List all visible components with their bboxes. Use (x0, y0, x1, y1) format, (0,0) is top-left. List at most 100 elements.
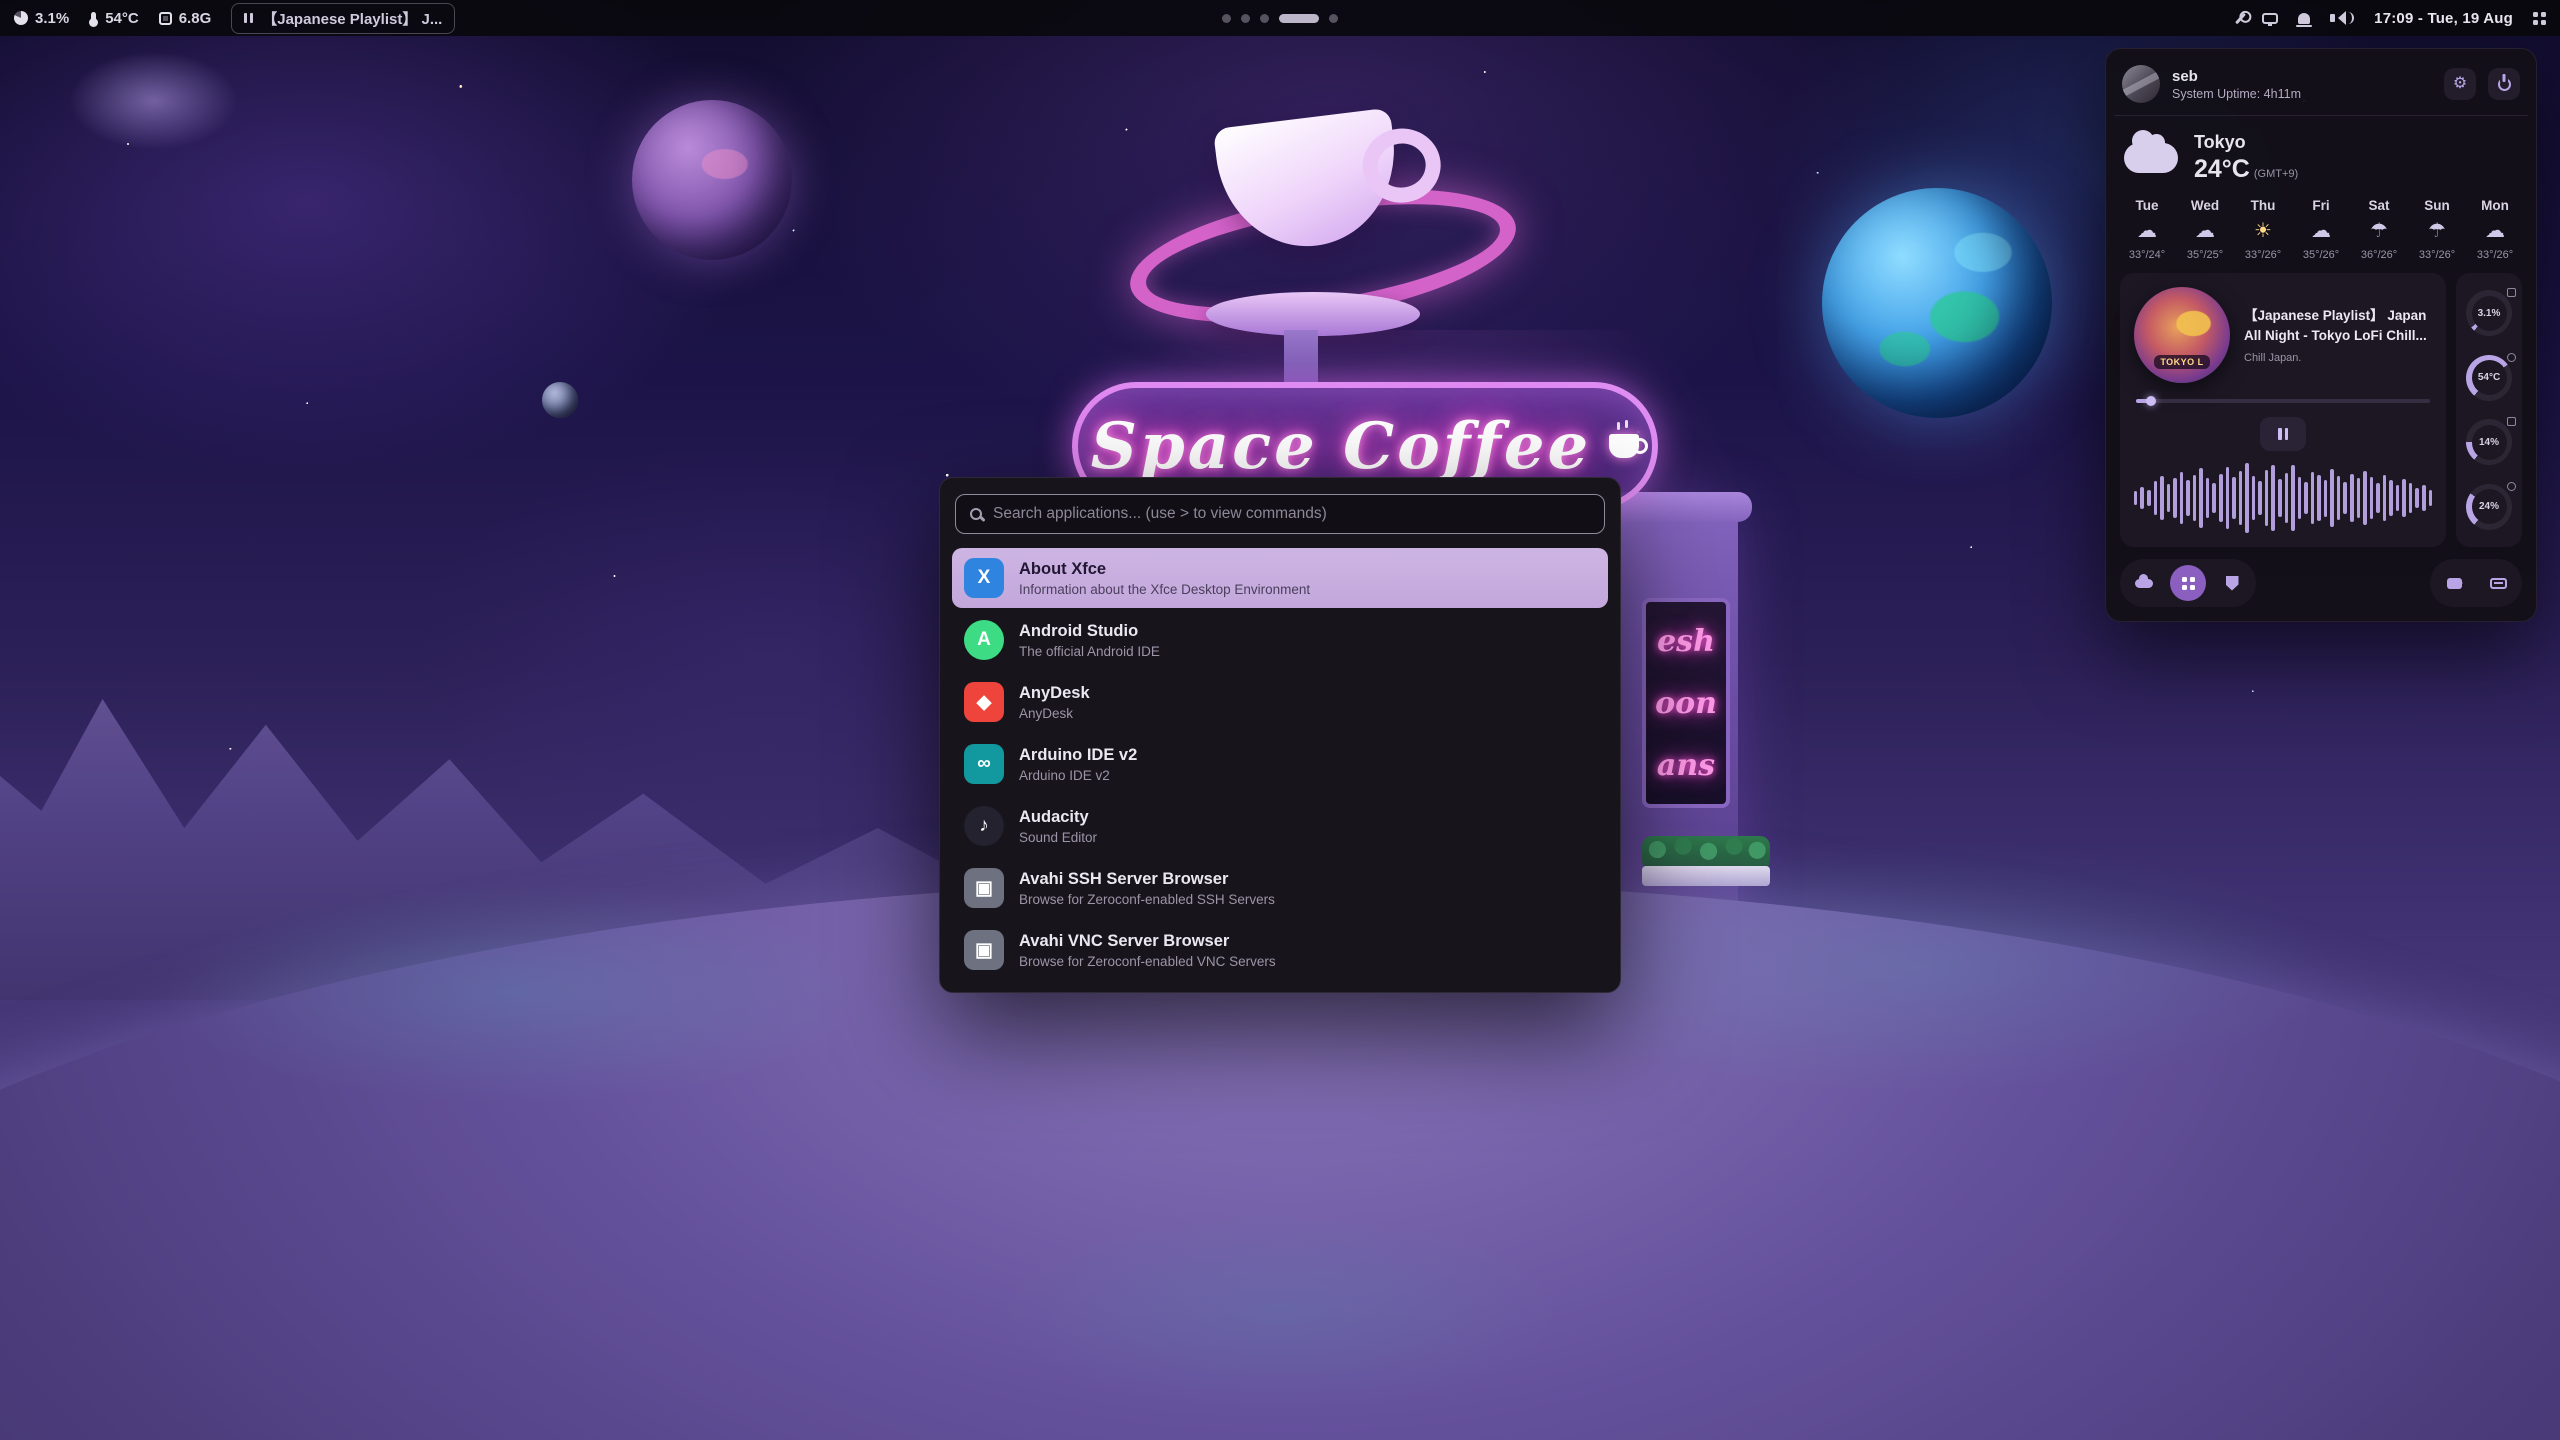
album-art: TOKYO L (2134, 287, 2230, 383)
workspace-dot[interactable] (1222, 14, 1231, 23)
launcher-item[interactable]: ▣ Avahi SSH Server Browser Browse for Ze… (952, 858, 1608, 918)
gauge-label: 54°C (2478, 372, 2500, 383)
weather-icon: ☀ (2254, 221, 2272, 241)
apps-grid-icon (2182, 577, 2195, 590)
track-title-line1: 【Japanese Playlist】 Japan (2244, 306, 2427, 326)
weather-icon: ☂ (2370, 221, 2388, 241)
gauge-ring: 24% (2466, 484, 2512, 530)
system-gauge: 14% (2466, 415, 2512, 469)
top-bar: 3.1% 54°C 6.8G 【Japanese Playlist】 J... … (0, 0, 2560, 36)
keyboard-button[interactable] (2480, 565, 2516, 601)
gauge-label: 3.1% (2478, 308, 2501, 319)
control-panel: seb System Uptime: 4h11m ⚙ Tokyo 24°C(GM… (2105, 48, 2537, 622)
cloud-button[interactable] (2126, 565, 2162, 601)
power-button[interactable] (2488, 68, 2520, 100)
player-progress[interactable] (2136, 399, 2430, 403)
settings-button[interactable]: ⚙ (2444, 68, 2476, 100)
app-title: Avahi SSH Server Browser (1019, 870, 1275, 889)
forecast-day: Mon ☁ 33°/26° (2468, 198, 2522, 261)
launcher-item[interactable]: ▣ Avahi VNC Server Browser Browse for Ze… (952, 920, 1608, 980)
track-title-line2: All Night - Tokyo LoFi Chill... (2244, 326, 2427, 346)
shield-button[interactable] (2214, 565, 2250, 601)
gauge-icon (2507, 288, 2516, 297)
app-subtitle: AnyDesk (1019, 706, 1090, 721)
power-icon (2498, 78, 2511, 91)
shop-window: esh oon ans (1642, 598, 1730, 808)
launcher-results: X About Xfce Information about the Xfce … (952, 548, 1608, 980)
launcher-item[interactable]: A Android Studio The official Android ID… (952, 610, 1608, 670)
search-icon (970, 508, 982, 520)
neon-window-text: oon (1655, 686, 1717, 721)
gauge-ring: 3.1% (2466, 290, 2512, 336)
gear-icon: ⚙ (2453, 76, 2467, 92)
forecast-temps: 35°/26° (2303, 249, 2339, 261)
avahi-vnc-icon: ▣ (964, 930, 1004, 970)
workspace-indicator (1222, 0, 1338, 36)
notifications-bell-icon[interactable] (2298, 13, 2310, 24)
launcher-item[interactable]: ∞ Arduino IDE v2 Arduino IDE v2 (952, 734, 1608, 794)
volume-icon[interactable] (2330, 11, 2354, 25)
system-uptime: System Uptime: 4h11m (2172, 87, 2432, 101)
media-player: TOKYO L 【Japanese Playlist】 Japan All Ni… (2120, 273, 2446, 547)
system-gauge: 3.1% (2466, 286, 2512, 340)
forecast-temps: 35°/25° (2187, 249, 2223, 261)
weather-icon: ☁ (2195, 221, 2215, 241)
forecast-day-label: Thu (2251, 198, 2276, 213)
workspace-dot-active[interactable] (1279, 14, 1319, 23)
topbar-now-playing[interactable]: 【Japanese Playlist】 J... (231, 3, 455, 34)
forecast-temps: 36°/26° (2361, 249, 2397, 261)
album-art-caption: TOKYO L (2154, 355, 2209, 369)
app-grid-icon[interactable] (2533, 12, 2546, 25)
android-studio-icon: A (964, 620, 1004, 660)
workspace-dot[interactable] (1241, 14, 1250, 23)
track-subtitle: Chill Japan. (2244, 352, 2427, 364)
weather-timezone: (GMT+9) (2254, 168, 2298, 180)
topbar-stats: 3.1% 54°C 6.8G 【Japanese Playlist】 J... (14, 3, 455, 34)
weather-icon: ☁ (2137, 221, 2157, 241)
temperature-value: 54°C (105, 10, 139, 27)
app-subtitle: Browse for Zeroconf-enabled SSH Servers (1019, 892, 1275, 907)
launcher-item[interactable]: X About Xfce Information about the Xfce … (952, 548, 1608, 608)
clock[interactable]: 17:09 - Tue, 19 Aug (2374, 10, 2513, 27)
play-pause-button[interactable] (2260, 417, 2306, 451)
app-subtitle: The official Android IDE (1019, 644, 1160, 659)
launcher-item[interactable]: ◆ AnyDesk AnyDesk (952, 672, 1608, 732)
weather-section: Tokyo 24°C(GMT+9) (2120, 126, 2522, 198)
memory-value: 6.8G (179, 10, 212, 27)
weather-icon: ☁ (2311, 221, 2331, 241)
workspace-dot[interactable] (1260, 14, 1269, 23)
topbar-tray: 17:09 - Tue, 19 Aug (2239, 10, 2546, 27)
forecast-day: Tue ☁ 33°/24° (2120, 198, 2174, 261)
anydesk-icon: ◆ (964, 682, 1004, 722)
app-title: About Xfce (1019, 560, 1310, 579)
cpu-stat: 3.1% (14, 10, 69, 27)
forecast-day: Wed ☁ 35°/25° (2178, 198, 2232, 261)
app-subtitle: Arduino IDE v2 (1019, 768, 1137, 783)
launcher-item[interactable]: ♪ Audacity Sound Editor (952, 796, 1608, 856)
system-gauge: 54°C (2466, 351, 2512, 405)
apps-button[interactable] (2170, 565, 2206, 601)
forecast-temps: 33°/24° (2129, 249, 2165, 261)
progress-handle[interactable] (2146, 396, 2156, 406)
gauge-icon (2507, 417, 2516, 426)
search-input[interactable] (993, 505, 1590, 523)
weather-icon: ☂ (2428, 221, 2446, 241)
avahi-ssh-icon: ▣ (964, 868, 1004, 908)
temperature-stat: 54°C (89, 10, 139, 27)
system-gauges: 3.1% 54°C 14% 24% (2456, 273, 2522, 547)
now-playing-text: 【Japanese Playlist】 J... (262, 8, 442, 29)
app-launcher: X About Xfce Information about the Xfce … (939, 477, 1621, 993)
tools-icon[interactable] (2239, 12, 2242, 25)
cpu-icon (14, 11, 28, 25)
forecast-temps: 33°/26° (2477, 249, 2513, 261)
app-title: AnyDesk (1019, 684, 1090, 703)
screen-record-button[interactable] (2436, 565, 2472, 601)
display-icon[interactable] (2262, 13, 2278, 24)
workspace-dot[interactable] (1329, 14, 1338, 23)
sign-pole (1284, 330, 1318, 388)
forecast-day: Thu ☀ 33°/26° (2236, 198, 2290, 261)
forecast-day: Sat ☂ 36°/26° (2352, 198, 2406, 261)
user-section: seb System Uptime: 4h11m ⚙ (2120, 61, 2522, 113)
search-bar[interactable] (955, 494, 1605, 534)
app-subtitle: Browse for Zeroconf-enabled VNC Servers (1019, 954, 1276, 969)
